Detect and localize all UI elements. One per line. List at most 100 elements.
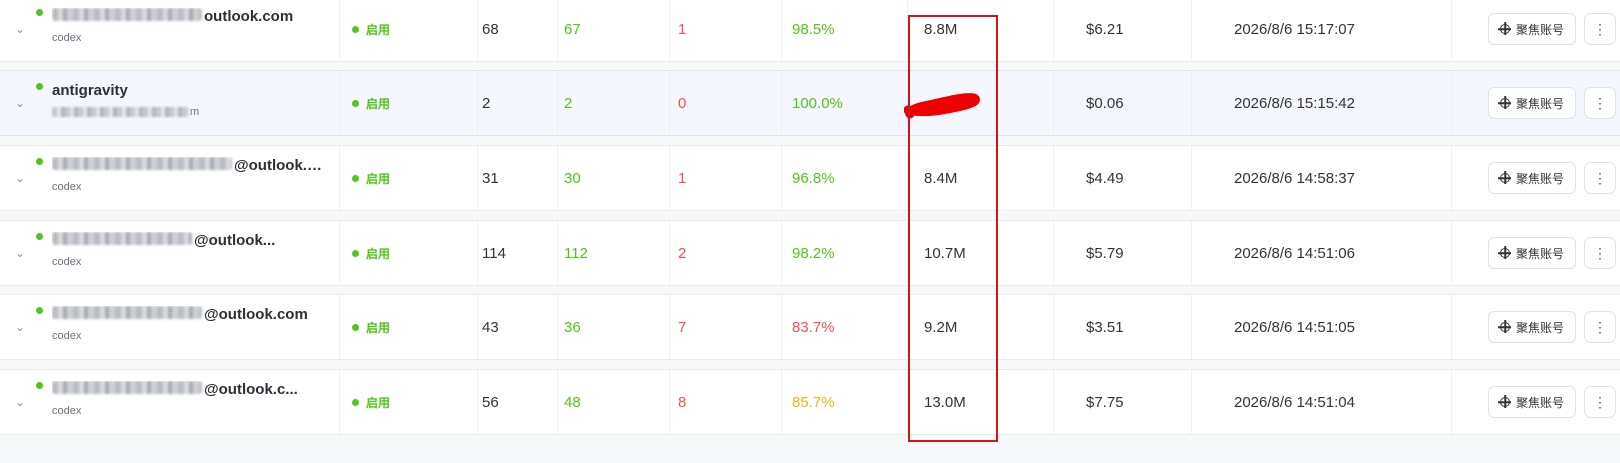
online-status-dot: [36, 232, 43, 240]
more-options-button[interactable]: ⋮: [1584, 162, 1617, 194]
account-name-text: outlook.com: [204, 7, 294, 25]
status-badge: 启用: [352, 319, 390, 336]
redacted-account-prefix: [52, 305, 202, 319]
actions-cell: 聚焦账号 ⋮: [1452, 71, 1620, 135]
actions-cell: 聚焦账号 ⋮: [1452, 370, 1620, 434]
status-badge: 启用: [352, 394, 390, 411]
account-type-text: m: [190, 106, 200, 118]
more-options-button[interactable]: ⋮: [1584, 87, 1617, 119]
token-usage: [908, 71, 1054, 135]
account-type: codex: [52, 256, 81, 268]
success-rate: 96.8%: [782, 146, 908, 210]
expand-toggle[interactable]: ⌄: [10, 71, 30, 135]
status-label: 启用: [366, 246, 391, 261]
online-status-dot: [36, 8, 43, 16]
last-used-time: 2026/8/6 14:51:05: [1192, 295, 1452, 359]
requests-count: 43: [478, 295, 558, 359]
focus-account-button[interactable]: 聚焦账号: [1488, 162, 1577, 194]
status-label: 启用: [366, 22, 391, 37]
requests-count: 2: [478, 71, 558, 135]
account-type-text: codex: [52, 405, 82, 417]
fail-count: 1: [670, 0, 782, 61]
success-count: 30: [558, 146, 670, 210]
expand-toggle[interactable]: ⌄: [10, 370, 30, 434]
table-row: ⌄ @outlook.c... codex 启用 56 48 8 85.7% 1…: [0, 369, 1620, 435]
last-used-time: 2026/8/6 15:15:42: [1192, 71, 1452, 135]
status-dot: [352, 174, 359, 182]
redacted-account-prefix: [52, 156, 232, 170]
status-dot: [352, 323, 359, 331]
account-name-text: @outlook.com: [234, 156, 324, 174]
redacted-account-prefix: [52, 7, 202, 21]
table-row: ⌄ antigravity m 启用 2 2 0 100.0% $0.06 20…: [0, 70, 1620, 136]
account-type: codex: [52, 330, 81, 342]
actions-cell: 聚焦账号 ⋮: [1452, 295, 1620, 359]
cost-value: $3.51: [1054, 295, 1192, 359]
chevron-down-icon: ⌄: [14, 171, 26, 185]
status-label: 启用: [366, 320, 391, 335]
actions-cell: 聚焦账号 ⋮: [1452, 221, 1620, 285]
crosshair-icon: [1500, 24, 1510, 34]
more-vertical-icon: ⋮: [1593, 319, 1608, 335]
actions-cell: 聚焦账号 ⋮: [1452, 146, 1620, 210]
expand-toggle[interactable]: ⌄: [10, 0, 30, 61]
status-dot: [352, 249, 359, 257]
requests-count: 56: [478, 370, 558, 434]
cost-value: $7.75: [1054, 370, 1192, 434]
token-usage: 8.4M: [908, 146, 1054, 210]
crosshair-icon: [1500, 173, 1510, 183]
more-vertical-icon: ⋮: [1593, 394, 1608, 410]
account-cell: @outlook... codex: [30, 221, 340, 285]
expand-toggle[interactable]: ⌄: [10, 221, 30, 285]
table-row: ⌄ @outlook.com codex 启用 43 36 7 83.7% 9.…: [0, 294, 1620, 360]
status-label: 启用: [366, 171, 391, 186]
expand-toggle[interactable]: ⌄: [10, 295, 30, 359]
account-name-text: @outlook...: [194, 231, 276, 249]
account-type-text: codex: [52, 256, 82, 268]
chevron-down-icon: ⌄: [14, 246, 26, 260]
focus-account-button[interactable]: 聚焦账号: [1488, 386, 1577, 418]
account-type-text: codex: [52, 330, 82, 342]
focus-account-button[interactable]: 聚焦账号: [1488, 237, 1577, 269]
account-name: outlook.com: [52, 7, 294, 25]
status-label: 启用: [366, 96, 391, 111]
focus-account-button[interactable]: 聚焦账号: [1488, 311, 1577, 343]
more-options-button[interactable]: ⋮: [1584, 13, 1617, 45]
status-cell: 启用: [340, 71, 478, 135]
more-options-button[interactable]: ⋮: [1584, 237, 1617, 269]
focus-account-button[interactable]: 聚焦账号: [1488, 13, 1577, 45]
account-name-text: @outlook.com: [204, 305, 308, 323]
status-cell: 启用: [340, 370, 478, 434]
focus-account-button[interactable]: 聚焦账号: [1488, 87, 1577, 119]
more-options-button[interactable]: ⋮: [1584, 386, 1617, 418]
status-dot: [352, 99, 359, 107]
success-rate: 85.7%: [782, 370, 908, 434]
account-type: m: [52, 106, 199, 118]
fail-count: 7: [670, 295, 782, 359]
focus-account-label: 聚焦账号: [1516, 22, 1565, 37]
focus-account-label: 聚焦账号: [1516, 246, 1565, 261]
success-count: 48: [558, 370, 670, 434]
requests-count: 68: [478, 0, 558, 61]
status-dot: [352, 398, 359, 406]
fail-count: 2: [670, 221, 782, 285]
account-name: @outlook.c...: [52, 380, 298, 398]
expand-toggle[interactable]: ⌄: [10, 146, 30, 210]
success-count: 67: [558, 0, 670, 61]
focus-account-label: 聚焦账号: [1516, 395, 1565, 410]
online-status-dot: [36, 306, 43, 314]
account-type: codex: [52, 32, 81, 44]
crosshair-icon: [1500, 322, 1510, 332]
more-options-button[interactable]: ⋮: [1584, 311, 1617, 343]
account-name: antigravity: [52, 82, 128, 99]
token-usage: 13.0M: [908, 370, 1054, 434]
account-cell: @outlook.com codex: [30, 146, 340, 210]
account-name: @outlook.com: [52, 305, 308, 323]
account-type: codex: [52, 181, 81, 193]
more-vertical-icon: ⋮: [1593, 170, 1608, 186]
account-type: codex: [52, 405, 81, 417]
more-vertical-icon: ⋮: [1593, 95, 1608, 111]
requests-count: 31: [478, 146, 558, 210]
status-badge: 启用: [352, 245, 390, 262]
status-badge: 启用: [352, 170, 390, 187]
